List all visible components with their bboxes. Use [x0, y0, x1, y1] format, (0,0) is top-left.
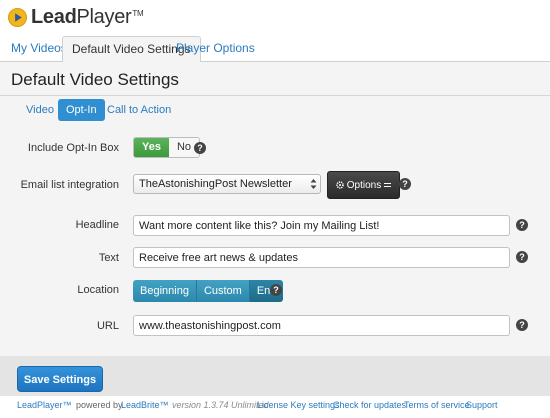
- help-icon[interactable]: ?: [194, 142, 206, 154]
- trademark-mark: TM: [132, 9, 144, 18]
- license-key-link[interactable]: License Key settings: [257, 400, 340, 410]
- yes-option[interactable]: Yes: [134, 138, 169, 157]
- save-settings-button[interactable]: Save Settings: [17, 366, 103, 392]
- version-text: version 1.3.74 Unlimited: [172, 400, 269, 410]
- tab-player-options[interactable]: Player Options: [167, 36, 264, 62]
- email-list-select[interactable]: TheAstonishingPost Newsletter: [133, 174, 321, 194]
- help-icon[interactable]: ?: [399, 178, 411, 190]
- headline-label: Headline: [75, 219, 119, 231]
- location-selector: Beginning Custom End: [133, 280, 284, 302]
- check-updates-link[interactable]: Check for updates: [333, 400, 406, 410]
- help-icon[interactable]: ?: [516, 219, 528, 231]
- gear-icon: [336, 181, 344, 189]
- location-beginning[interactable]: Beginning: [133, 280, 197, 302]
- settings-panel: Default Video Settings Video Opt-In Call…: [0, 62, 550, 356]
- include-optin-label: Include Opt-In Box: [27, 142, 119, 154]
- text-label: Text: [98, 252, 119, 264]
- url-label: URL: [96, 320, 119, 332]
- options-button-label: Options: [346, 180, 382, 191]
- company-link[interactable]: LeadBrite™: [121, 400, 169, 410]
- menu-lines-icon: [384, 183, 392, 187]
- brand-name: LeadPlayerTM: [31, 6, 144, 28]
- support-link[interactable]: Support: [466, 400, 498, 410]
- product-link[interactable]: LeadPlayer™: [17, 400, 72, 410]
- subtab-opt-in[interactable]: Opt-In: [58, 99, 105, 121]
- help-icon[interactable]: ?: [516, 251, 528, 263]
- email-list-selected-value: TheAstonishingPost Newsletter: [139, 178, 292, 190]
- location-label: Location: [77, 284, 119, 296]
- options-button[interactable]: Options: [327, 171, 401, 199]
- select-arrows-icon: [310, 179, 317, 189]
- footer-bar: Save Settings: [0, 356, 550, 396]
- url-input[interactable]: [133, 315, 510, 336]
- powered-by-text: powered by: [76, 400, 123, 410]
- help-icon[interactable]: ?: [516, 319, 528, 331]
- title-divider: [0, 95, 550, 96]
- text-input[interactable]: [133, 247, 510, 268]
- page-title: Default Video Settings: [11, 70, 179, 89]
- subtab-call-to-action[interactable]: Call to Action: [99, 99, 179, 121]
- subtab-video[interactable]: Video: [18, 99, 62, 121]
- app-logo: LeadPlayerTM: [8, 4, 144, 30]
- headline-input[interactable]: [133, 215, 510, 236]
- terms-link[interactable]: Terms of service: [404, 400, 470, 410]
- location-custom[interactable]: Custom: [196, 280, 250, 302]
- main-tabs: My Videos Default Video Settings Player …: [0, 36, 550, 63]
- help-icon[interactable]: ?: [270, 284, 282, 296]
- include-optin-toggle: Yes No: [133, 137, 201, 158]
- email-list-label: Email list integration: [20, 179, 119, 191]
- play-logo-icon: [8, 7, 27, 27]
